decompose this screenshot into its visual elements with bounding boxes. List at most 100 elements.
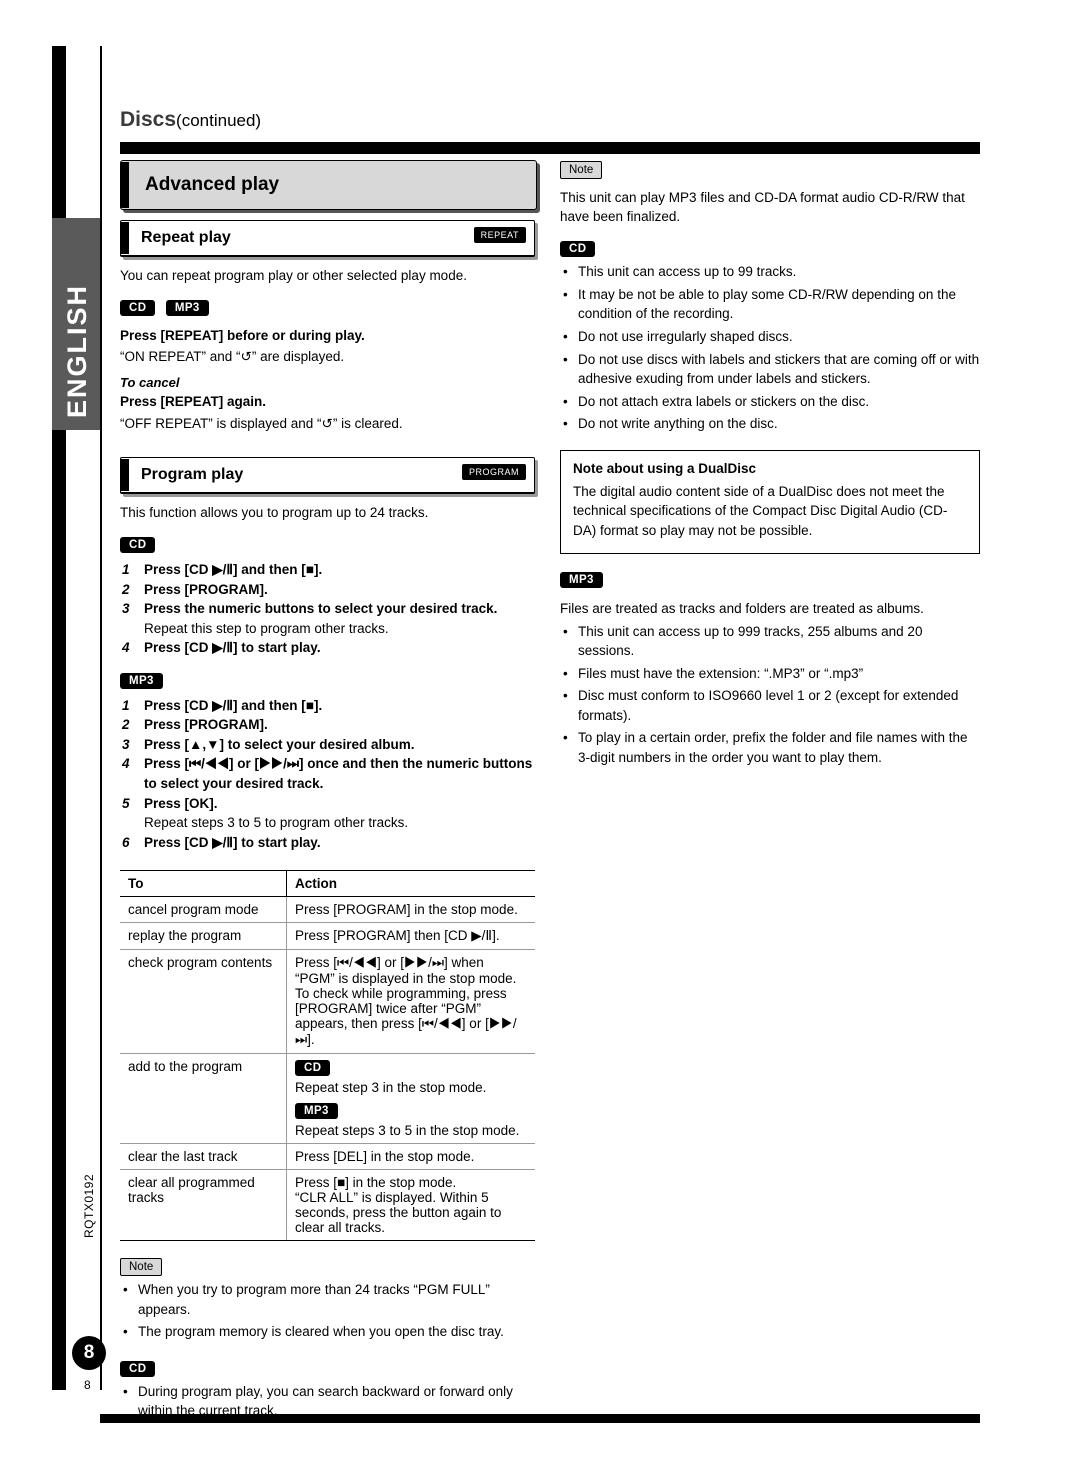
manual-page: ENGLISH RQTX0192 8 8 Discs(continued) Ad… <box>0 0 1080 1471</box>
step-number: 3 <box>122 601 130 617</box>
right-column: Note This unit can play MP3 files and CD… <box>560 160 980 768</box>
cell-to: check program contents <box>120 949 287 1055</box>
dualdisc-title: Note about using a DualDisc <box>573 460 757 476</box>
list-item: 3 Press [▲,▼] to select your desired albu… <box>120 735 535 755</box>
step-number: 5 <box>122 795 130 811</box>
step-number: 2 <box>122 581 130 597</box>
list-item: 1 Press [CD ▶/Ⅱ] and then [■]. <box>120 696 535 716</box>
repeat-cancel-sub: “OFF REPEAT” is displayed and “↺” is cle… <box>120 415 403 431</box>
step-subtext: Repeat this step to program other tracks… <box>144 620 389 636</box>
table-row: clear the last track Press [DEL] in the … <box>120 1143 535 1171</box>
program-play-label: Program play <box>141 465 244 483</box>
cd-badge: CD <box>560 241 596 258</box>
program-mp3-badge-row: MP3 <box>120 672 535 690</box>
step-text: Press [CD ▶/Ⅱ] to start play. <box>144 834 321 850</box>
step-number: 4 <box>122 756 130 772</box>
list-item: Do not attach extra labels or stickers o… <box>560 392 980 412</box>
repeat-intro: You can repeat program play or other sel… <box>120 268 467 283</box>
repeat-media-badges: CD MP3 <box>120 299 535 317</box>
step-text: Press [PROGRAM]. <box>144 581 268 597</box>
left-note-cd-badge-row: CD <box>120 1360 535 1378</box>
header-rule <box>120 142 980 154</box>
cell-action-mp3-text: Repeat steps 3 to 5 in the stop mode. <box>295 1123 520 1139</box>
right-cd-list: This unit can access up to 99 tracks. It… <box>560 262 980 434</box>
list-item: 1 Press [CD ▶/Ⅱ] and then [■]. <box>120 560 535 580</box>
mp3-badge: MP3 <box>165 299 209 316</box>
step-text: Press [CD ▶/Ⅱ] and then [■]. <box>144 697 323 713</box>
list-item: Do not write anything on the disc. <box>560 414 980 434</box>
table-row: check program contents Press [⏮/◀◀] or [… <box>120 949 535 1055</box>
program-mp3-steps: 1 Press [CD ▶/Ⅱ] and then [■]. 2 Press [PR… <box>120 696 535 853</box>
cd-badge: CD <box>295 1059 331 1076</box>
note-badge: Note <box>560 161 603 179</box>
step-subtext: Repeat steps 3 to 5 to program other tra… <box>144 815 409 831</box>
list-item: 6 Press [CD ▶/Ⅱ] to start play. <box>120 833 535 853</box>
advanced-play-heading: Advanced play <box>120 160 537 210</box>
table-header-row: To Action <box>120 870 535 898</box>
step-text: Press [CD ▶/Ⅱ] and then [■]. <box>144 561 323 577</box>
language-tab: ENGLISH <box>52 218 100 430</box>
dualdisc-note-box: Note about using a DualDisc The digital … <box>560 449 980 554</box>
list-item: Do not use discs with labels and sticker… <box>560 350 980 389</box>
list-item: This unit can access up to 999 tracks, 2… <box>560 622 980 661</box>
page-title-main: Discs <box>120 108 177 131</box>
step-number: 1 <box>122 561 130 577</box>
page-number-circle: 8 <box>72 1336 106 1370</box>
page-number-text: 8 <box>84 1378 91 1392</box>
list-item: It may be not be able to play some CD-R/… <box>560 285 980 324</box>
step-number: 2 <box>122 717 130 733</box>
cell-action: Press [PROGRAM] then [CD ▶/Ⅱ]. <box>286 922 535 951</box>
repeat-cancel-label: To cancel <box>120 375 180 391</box>
right-note-badge-row: Note <box>560 160 980 179</box>
program-cd-steps: 1 Press [CD ▶/Ⅱ] and then [■]. 2 Press [PR… <box>120 560 535 658</box>
step-number: 1 <box>122 697 130 713</box>
vertical-rule <box>100 46 102 1390</box>
left-black-bar-bottom <box>52 430 66 1390</box>
right-cd-badge-row: CD <box>560 240 980 258</box>
cell-to: clear all programmed tracks <box>120 1169 287 1242</box>
cd-badge: CD <box>120 1360 156 1377</box>
heading-accent-bar <box>121 162 129 208</box>
step-number: 4 <box>122 640 130 656</box>
step-text: Press [OK]. <box>144 795 218 811</box>
right-note-intro: This unit can play MP3 files and CD-DA f… <box>560 190 965 225</box>
left-notes-cd-list: During program play, you can search back… <box>120 1382 535 1421</box>
program-intro: This function allows you to program up t… <box>120 504 429 520</box>
step-text: Press [⏮/◀◀] or [▶▶/⏭] once and then the… <box>144 756 533 791</box>
cell-to: cancel program mode <box>120 896 287 924</box>
heading-accent-bar <box>121 458 129 491</box>
column-header-action: Action <box>286 870 535 898</box>
list-item: 4 Press [⏮/◀◀] or [▶▶/⏭] once and then th… <box>120 754 535 793</box>
cell-to: replay the program <box>120 922 287 951</box>
list-item: Disc must conform to ISO9660 level 1 or … <box>560 686 980 725</box>
repeat-play-heading: Repeat play REPEAT <box>120 220 535 257</box>
language-tab-label: ENGLISH <box>62 283 92 418</box>
cd-badge: CD <box>120 299 156 316</box>
mp3-badge: MP3 <box>295 1103 338 1120</box>
step-text: Press the numeric buttons to select your… <box>144 601 498 617</box>
cell-action: CD Repeat step 3 in the stop mode. MP3 R… <box>286 1053 535 1145</box>
step-text: Press [PROGRAM]. <box>144 717 268 733</box>
table-row: replay the program Press [PROGRAM] then … <box>120 922 535 951</box>
cell-to: clear the last track <box>120 1143 287 1171</box>
program-play-heading: Program play PROGRAM <box>120 456 535 494</box>
program-actions-table: To Action cancel program mode Press [PRO… <box>120 870 535 1242</box>
repeat-button-chip: REPEAT <box>473 227 526 243</box>
list-item: 5 Press [OK]. Repeat steps 3 to 5 to progr… <box>120 794 535 833</box>
list-item: To play in a certain order, prefix the f… <box>560 728 980 767</box>
list-item: 3 Press the numeric buttons to select you… <box>120 599 535 638</box>
page-title: Discs(continued) <box>120 108 261 132</box>
step-number: 6 <box>122 834 130 850</box>
dualdisc-text: The digital audio content side of a Dual… <box>573 483 948 538</box>
list-item: 4 Press [CD ▶/Ⅱ] to start play. <box>120 638 535 658</box>
mp3-badge: MP3 <box>560 572 603 589</box>
table-row: clear all programmed tracks Press [■] in… <box>120 1169 535 1242</box>
page-title-continued: (continued) <box>176 111 262 130</box>
cell-to: add to the program <box>120 1053 287 1145</box>
left-note-badge-row: Note <box>120 1257 535 1277</box>
step-text: Press [▲,▼] to select your desired album… <box>144 736 415 752</box>
program-cd-badge-row: CD <box>120 536 535 554</box>
list-item: When you try to program more than 24 tra… <box>120 1280 535 1319</box>
advanced-play-label: Advanced play <box>145 174 280 195</box>
repeat-step-1-sub: “ON REPEAT” and “↺” are displayed. <box>120 349 345 365</box>
